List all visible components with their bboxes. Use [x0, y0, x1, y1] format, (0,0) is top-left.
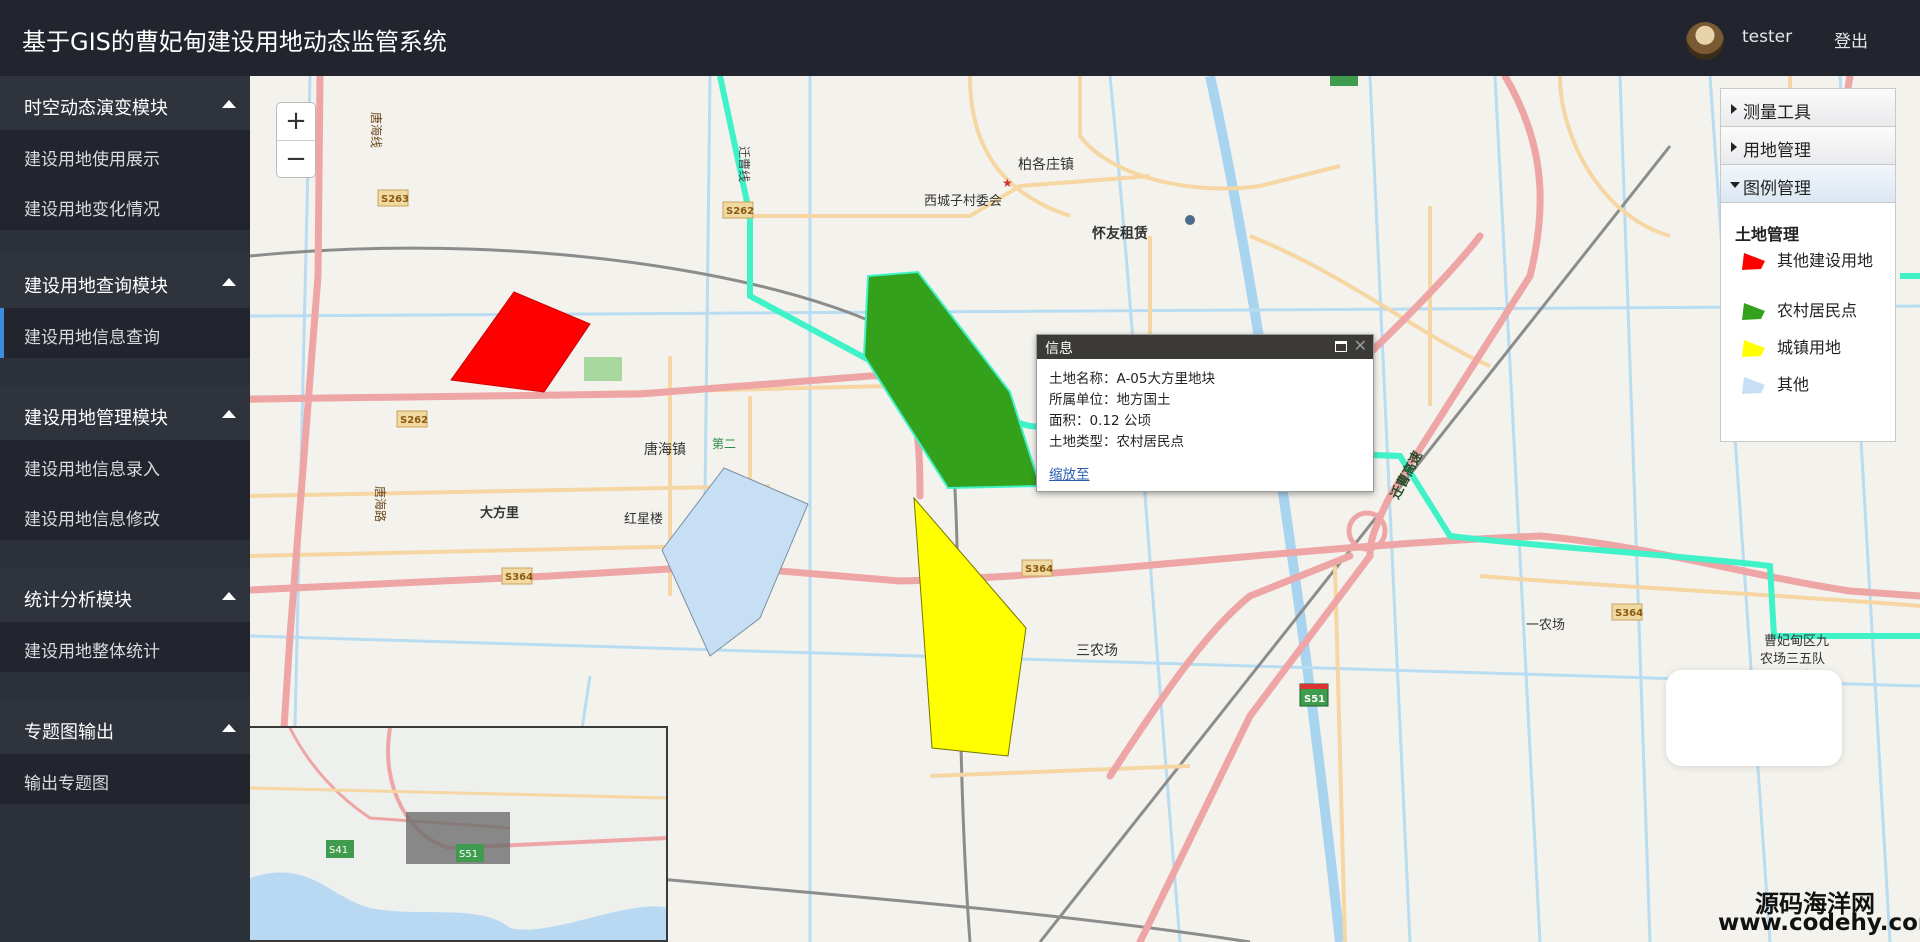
- svg-text:迁曹线: 迁曹线: [737, 146, 751, 182]
- popup-title: 信息: [1045, 341, 1073, 357]
- info-popup: 信息 ✕ 土地名称：A-05大方里地块 所属单位：地方国土 面积：0.12 公顷…: [1036, 334, 1374, 492]
- user-name: tester: [1742, 27, 1793, 47]
- field-land-type: 土地类型：农村居民点: [1049, 434, 1184, 450]
- zoom-out-button[interactable]: −: [277, 140, 315, 177]
- app-title: 基于GIS的曹妃甸建设用地动态监管系统: [22, 28, 447, 56]
- blank-floating-card: [1666, 670, 1842, 766]
- parcel-rural-settlement[interactable]: [862, 270, 1042, 490]
- sidebar-item-landuse-display[interactable]: 建设用地使用展示: [0, 130, 250, 180]
- top-bar: 基于GIS的曹妃甸建设用地动态监管系统 tester 登出: [0, 0, 1920, 76]
- panel-section-land-management[interactable]: 用地管理: [1721, 127, 1895, 165]
- legend-title: 土地管理: [1735, 225, 1800, 244]
- collapse-caret-icon: [222, 100, 236, 108]
- svg-text:S262: S262: [726, 206, 754, 217]
- parcel-other-construction[interactable]: [450, 291, 591, 393]
- sidebar-item-landuse-change[interactable]: 建设用地变化情况: [0, 180, 250, 230]
- park-area: [584, 357, 622, 381]
- module-header-label: 建设用地查询模块: [24, 276, 168, 297]
- svg-text:S364: S364: [505, 572, 533, 583]
- collapse-caret-icon: [222, 410, 236, 418]
- svg-text:S364: S364: [1615, 608, 1643, 619]
- collapse-caret-icon: [222, 592, 236, 600]
- popup-header: 信息 ✕: [1037, 335, 1373, 359]
- module-header-management[interactable]: 建设用地管理模块: [0, 386, 250, 440]
- poi-star-icon: ★: [1002, 176, 1013, 190]
- svg-text:唐海镇: 唐海镇: [644, 441, 686, 458]
- legend-swatch-icon: [1742, 303, 1765, 320]
- field-owner-unit: 所属单位：地方国土: [1049, 392, 1171, 408]
- svg-text:S51: S51: [1304, 694, 1325, 705]
- svg-text:S51: S51: [459, 849, 478, 860]
- sidebar-item-overall-stats[interactable]: 建设用地整体统计: [0, 622, 250, 672]
- svg-text:农场三五队: 农场三五队: [1760, 652, 1825, 667]
- legend-swatch-icon: [1742, 377, 1765, 394]
- layer-panel: 测量工具 用地管理 图例管理 土地管理 其他建设用地 农村居民点 城镇用地 其他: [1720, 88, 1896, 442]
- collapse-caret-icon: [222, 724, 236, 732]
- svg-text:怀友租赁: 怀友租赁: [1092, 225, 1148, 242]
- field-area: 面积：0.12 公顷: [1049, 413, 1151, 429]
- svg-text:S364: S364: [1025, 564, 1053, 575]
- expand-arrow-icon: [1731, 104, 1737, 114]
- logout-link[interactable]: 登出: [1834, 27, 1868, 52]
- sidebar-item-info-entry[interactable]: 建设用地信息录入: [0, 440, 250, 490]
- svg-text:第二: 第二: [712, 437, 736, 451]
- field-land-name: 土地名称：A-05大方里地块: [1049, 371, 1215, 387]
- module-header-label: 建设用地管理模块: [24, 408, 168, 429]
- svg-text:柏各庄镇: 柏各庄镇: [1018, 156, 1074, 173]
- collapse-caret-icon: [222, 278, 236, 286]
- zoom-in-button[interactable]: +: [277, 103, 315, 140]
- overview-map[interactable]: S41 S51: [250, 726, 668, 942]
- module-header-label: 时空动态演变模块: [24, 98, 168, 119]
- svg-text:S41: S41: [329, 845, 348, 856]
- zoom-to-link[interactable]: 缩放至: [1049, 465, 1090, 486]
- module-header-thematic-map[interactable]: 专题图输出: [0, 700, 250, 754]
- sidebar-item-info-query[interactable]: 建设用地信息查询: [0, 308, 250, 358]
- module-header-query[interactable]: 建设用地查询模块: [0, 254, 250, 308]
- parcel-urban[interactable]: [913, 496, 1027, 757]
- expand-arrow-icon: [1731, 142, 1737, 152]
- svg-text:S263: S263: [381, 194, 409, 205]
- sidebar: 时空动态演变模块 建设用地使用展示 建设用地变化情况 建设用地查询模块 建设用地…: [0, 76, 250, 942]
- panel-section-measure-tools[interactable]: 测量工具: [1721, 89, 1895, 127]
- maximize-icon[interactable]: [1335, 341, 1347, 352]
- collapse-arrow-icon: [1730, 182, 1740, 188]
- user-avatar[interactable]: [1686, 22, 1724, 60]
- zoom-control: + −: [276, 102, 316, 178]
- sidebar-item-info-edit[interactable]: 建设用地信息修改: [0, 490, 250, 540]
- popup-body: 土地名称：A-05大方里地块 所属单位：地方国土 面积：0.12 公顷 土地类型…: [1037, 359, 1373, 486]
- svg-text:唐海路: 唐海路: [373, 486, 388, 522]
- module-header-label: 专题图输出: [24, 722, 114, 743]
- module-header-statistics[interactable]: 统计分析模块: [0, 568, 250, 622]
- module-header-label: 统计分析模块: [24, 590, 132, 611]
- sidebar-item-export-map[interactable]: 输出专题图: [0, 754, 250, 804]
- watermark-url: www.codehy.com: [1718, 910, 1920, 936]
- svg-text:三农场: 三农场: [1076, 643, 1118, 659]
- svg-text:一农场: 一农场: [1526, 618, 1565, 633]
- module-header-spatiotemporal[interactable]: 时空动态演变模块: [0, 76, 250, 130]
- panel-section-legend[interactable]: 图例管理: [1721, 165, 1895, 203]
- poi-marker-icon: [1185, 215, 1195, 225]
- svg-text:红星楼: 红星楼: [624, 511, 663, 527]
- svg-text:唐海线: 唐海线: [369, 112, 384, 148]
- svg-text:S262: S262: [400, 415, 428, 426]
- svg-text:曹妃甸区九: 曹妃甸区九: [1764, 634, 1829, 649]
- legend-swatch-icon: [1742, 253, 1765, 270]
- svg-text:大方里: 大方里: [480, 505, 519, 521]
- parcel-other[interactable]: [661, 467, 809, 657]
- legend-swatch-icon: [1742, 340, 1765, 357]
- close-icon[interactable]: ✕: [1354, 336, 1367, 355]
- svg-text:西城子村委会: 西城子村委会: [924, 194, 1002, 209]
